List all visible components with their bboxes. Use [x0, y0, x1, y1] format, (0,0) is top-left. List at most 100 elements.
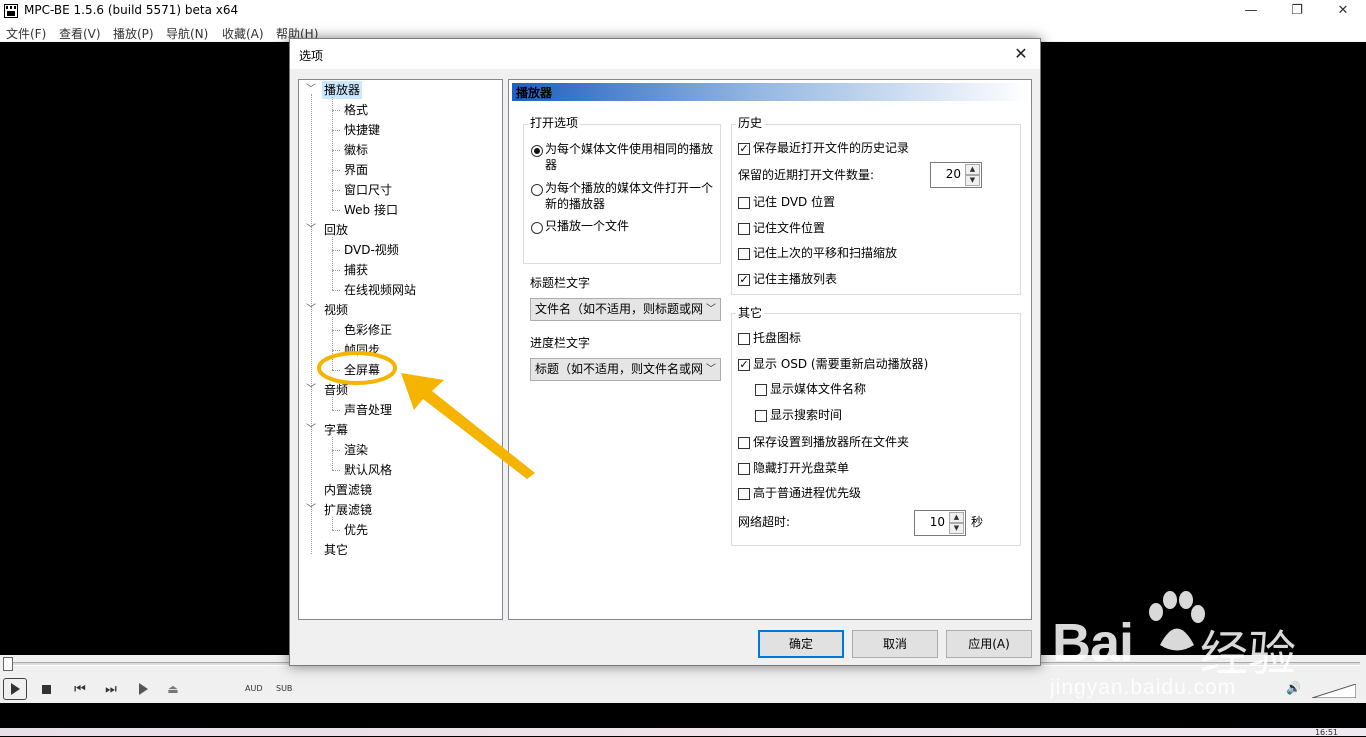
show-osd-label[interactable]: 显示 OSD (需要重新启动播放器)	[753, 356, 928, 372]
checkbox-show-seektime[interactable]	[755, 410, 767, 422]
spin-up-icon[interactable]: ▲	[949, 512, 964, 523]
recent-count-spinner[interactable]: 20 ▲ ▼	[930, 162, 982, 188]
tree-item[interactable]: 视频	[322, 301, 350, 319]
apply-button[interactable]: 应用(A)	[946, 630, 1032, 658]
eject-button[interactable]: ⏏	[163, 680, 183, 698]
tree-item[interactable]: Web 接口	[342, 201, 400, 219]
tree-item[interactable]: 回放	[322, 221, 350, 239]
checkbox-remember-pan[interactable]	[738, 248, 750, 260]
save-to-folder-label[interactable]: 保存设置到播放器所在文件夹	[753, 434, 909, 450]
remember-pan-label[interactable]: 记住上次的平移和扫描缩放	[753, 245, 897, 261]
checkbox-save-to-folder[interactable]	[738, 437, 750, 449]
tree-item[interactable]: 扩展滤镜	[322, 501, 374, 519]
ok-button[interactable]: 确定	[758, 630, 844, 658]
checkbox-show-osd[interactable]: ✓	[738, 359, 750, 371]
tree-item[interactable]: 帧同步	[342, 341, 382, 359]
watermark-brand: Bai	[1052, 613, 1134, 673]
checkbox-save-recent[interactable]: ✓	[738, 143, 750, 155]
tree-item[interactable]: 渲染	[342, 441, 370, 459]
app-titlebar: MPC-BE 1.5.6 (build 5571) beta x64 — ❐ ✕	[0, 0, 1366, 22]
checkbox-remember-file[interactable]	[738, 223, 750, 235]
tree-item[interactable]: 捕获	[342, 261, 370, 279]
tree-item[interactable]: 播放器	[322, 81, 363, 99]
stop-button[interactable]	[36, 680, 56, 698]
menu-navigate[interactable]: 导航(N)	[166, 25, 208, 42]
previous-button[interactable]: ⏮	[70, 680, 90, 698]
cancel-button[interactable]: 取消	[852, 630, 938, 658]
hide-disc-menu-label[interactable]: 隐藏打开光盘菜单	[753, 460, 849, 476]
progress-bar-text-value: 标题（如不适用，则文件名或网	[535, 362, 704, 376]
progress-bar-text-select[interactable]: 标题（如不适用，则文件名或网 ﹀	[530, 358, 721, 381]
tree-item[interactable]: 内置滤镜	[322, 481, 374, 499]
tree-item[interactable]: 窗口尺寸	[342, 181, 394, 199]
tree-connector	[332, 530, 340, 531]
checkbox-show-filename[interactable]	[755, 384, 767, 396]
spin-down-icon[interactable]: ▼	[949, 523, 964, 534]
checkbox-remember-dvd[interactable]	[738, 197, 750, 209]
remember-file-label[interactable]: 记住文件位置	[753, 220, 825, 236]
radio-new-player-label-2[interactable]: 新的播放器	[545, 196, 605, 212]
minimize-button[interactable]: —	[1228, 0, 1274, 22]
tree-item[interactable]: 在线视频网站	[342, 281, 418, 299]
eject-icon: ⏏	[167, 682, 179, 696]
tree-item[interactable]: 声音处理	[342, 401, 394, 419]
tree-connector	[311, 94, 312, 554]
tree-item[interactable]: 全屏幕	[342, 361, 382, 379]
seek-thumb[interactable]	[3, 657, 13, 671]
radio-new-player-label[interactable]: 为每个播放的媒体文件打开一个	[545, 180, 713, 196]
tree-item[interactable]: 优先	[342, 521, 370, 539]
tree-item[interactable]: 格式	[342, 101, 370, 119]
tree-item[interactable]: 界面	[342, 161, 370, 179]
title-bar-text-select[interactable]: 文件名（如不适用，则标题或网 ﹀	[530, 298, 721, 321]
other-group	[731, 313, 1021, 546]
remember-playlist-label[interactable]: 记住主播放列表	[753, 271, 837, 287]
tree-item[interactable]: 其它	[322, 541, 350, 559]
menu-play[interactable]: 播放(P)	[113, 25, 154, 42]
subtitle-track-button[interactable]: SUB	[276, 684, 292, 693]
show-seektime-label[interactable]: 显示搜索时间	[770, 407, 842, 423]
tree-item[interactable]: 快捷键	[342, 121, 382, 139]
tree-connector	[332, 97, 333, 210]
next-button[interactable]: ⏭	[101, 680, 121, 698]
tree-item[interactable]: 默认风格	[342, 461, 394, 479]
play-button[interactable]	[3, 678, 27, 700]
checkbox-remember-playlist[interactable]: ✓	[738, 274, 750, 286]
checkbox-high-priority[interactable]	[738, 488, 750, 500]
restore-button[interactable]: ❐	[1274, 0, 1320, 22]
title-bar-text-value: 文件名（如不适用，则标题或网	[535, 302, 704, 316]
audio-track-button[interactable]: AUD	[245, 684, 263, 693]
close-window-button[interactable]: ✕	[1320, 0, 1366, 22]
tree-item[interactable]: 徽标	[342, 141, 370, 159]
tree-item[interactable]: 色彩修正	[342, 321, 394, 339]
show-filename-label[interactable]: 显示媒体文件名称	[770, 381, 866, 397]
radio-same-player-label[interactable]: 为每个媒体文件使用相同的播放	[545, 141, 713, 157]
remember-dvd-label[interactable]: 记住 DVD 位置	[753, 194, 835, 210]
tree-connector	[332, 317, 333, 370]
title-bar-text-label: 标题栏文字	[530, 276, 591, 290]
tree-connector	[332, 350, 340, 351]
tree-connector	[332, 330, 340, 331]
high-priority-label[interactable]: 高于普通进程优先级	[753, 485, 861, 501]
save-recent-label[interactable]: 保存最近打开文件的历史记录	[753, 140, 909, 156]
radio-same-player[interactable]	[531, 145, 543, 157]
menu-view[interactable]: 查看(V)	[59, 25, 101, 42]
radio-single-file-label[interactable]: 只播放一个文件	[545, 218, 629, 234]
menu-file[interactable]: 文件(F)	[6, 25, 46, 42]
step-button[interactable]	[133, 680, 153, 698]
checkbox-hide-disc-menu[interactable]	[738, 463, 750, 475]
tray-icon-label[interactable]: 托盘图标	[753, 330, 801, 346]
radio-new-player[interactable]	[531, 184, 543, 196]
radio-same-player-label-2[interactable]: 器	[545, 157, 557, 173]
tree-item[interactable]: DVD-视频	[342, 241, 401, 259]
radio-single-file[interactable]	[531, 222, 543, 234]
spin-down-icon[interactable]: ▼	[965, 175, 980, 186]
tree-item[interactable]: 字幕	[322, 421, 350, 439]
options-dialog: 选项 ✕ 播放器 ﹀ 格式 快捷键 徽标 界面 窗口尺寸 Web 接口 回放 ﹀ DVD-视频 捕获在…	[289, 38, 1041, 666]
tree-connector	[332, 397, 333, 410]
spin-up-icon[interactable]: ▲	[965, 164, 980, 175]
dialog-close-button[interactable]: ✕	[1010, 43, 1032, 65]
tree-item[interactable]: 音频	[322, 381, 350, 399]
menu-favorites[interactable]: 收藏(A)	[222, 25, 264, 42]
checkbox-tray-icon[interactable]	[738, 333, 750, 345]
network-timeout-spinner[interactable]: 10 ▲ ▼	[914, 510, 966, 536]
